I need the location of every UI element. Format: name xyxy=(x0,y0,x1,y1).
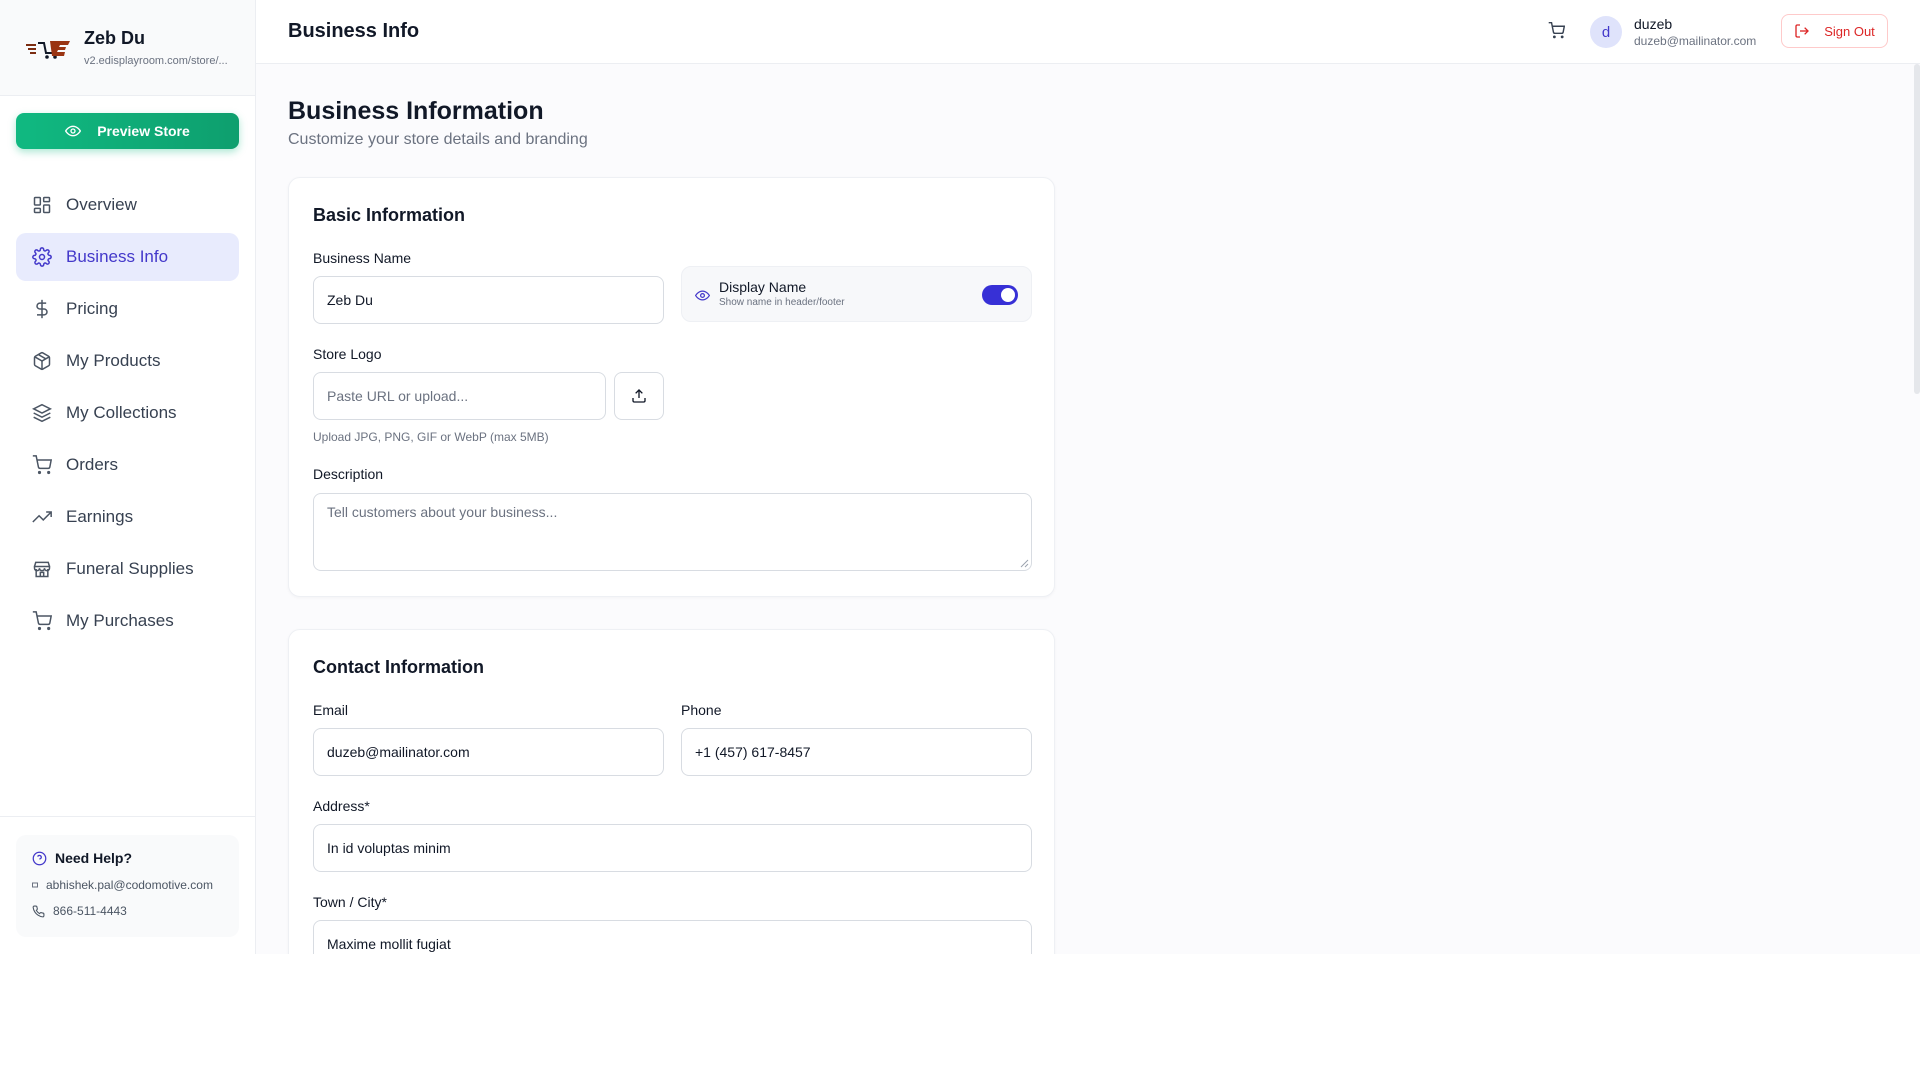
help-phone: 866-511-4443 xyxy=(53,904,127,918)
sidebar-item-label: Business Info xyxy=(66,247,169,266)
display-name-toggle[interactable] xyxy=(982,285,1018,305)
sidebar-item-label: Earnings xyxy=(66,507,134,526)
description-placeholder: Tell customers about your business... xyxy=(327,504,558,520)
cart-button[interactable] xyxy=(1548,22,1565,39)
cart-icon xyxy=(1548,22,1565,39)
store-logo-input[interactable]: Paste URL or upload... xyxy=(313,372,606,420)
address-label: Address* xyxy=(313,798,370,814)
store-icon xyxy=(33,561,51,578)
help-title: Need Help? xyxy=(32,850,223,866)
brand-logo-icon xyxy=(26,40,70,59)
brand-url: v2.edisplayroom.com/store/... xyxy=(84,55,228,67)
cart-icon xyxy=(32,455,52,475)
description-textarea[interactable]: Tell customers about your business... xyxy=(313,493,1032,571)
mail-icon xyxy=(32,882,38,888)
business-name-input[interactable]: Zeb Du xyxy=(313,276,664,324)
preview-store-button[interactable]: Preview Store xyxy=(16,113,239,149)
sidebar-item-label: Pricing xyxy=(66,299,118,318)
display-name-setting: Display Name Show name in header/footer xyxy=(681,266,1032,322)
section-heading: Business Information xyxy=(288,97,544,125)
email-field[interactable]: duzeb@mailinator.com xyxy=(313,728,664,776)
basic-information-card: Basic Information Business Name Zeb Du D… xyxy=(288,177,1055,597)
sidebar-item-label: Funeral Supplies xyxy=(66,559,194,578)
resize-handle-icon[interactable] xyxy=(1020,559,1029,568)
scrollbar[interactable] xyxy=(1912,64,1920,954)
city-label: Town / City* xyxy=(313,894,387,910)
sidebar-item-my-purchases[interactable]: My Purchases xyxy=(16,597,239,645)
sidebar: Zeb Du v2.edisplayroom.com/store/... Pre… xyxy=(0,0,256,954)
gear-icon xyxy=(32,247,52,267)
help-title-text: Need Help? xyxy=(55,850,133,866)
sidebar-item-orders[interactable]: Orders xyxy=(16,441,239,489)
sidebar-item-overview[interactable]: Overview xyxy=(16,181,239,229)
sidebar-item-pricing[interactable]: Pricing xyxy=(16,285,239,333)
package-icon xyxy=(33,351,51,371)
trending-up-icon xyxy=(32,511,52,523)
upload-icon xyxy=(632,389,646,403)
help-phone-link[interactable]: 866-511-4443 xyxy=(32,904,223,918)
logo-upload-hint: Upload JPG, PNG, GIF or WebP (max 5MB) xyxy=(313,430,549,444)
description-label: Description xyxy=(313,466,384,482)
display-name-subtitle: Show name in header/footer xyxy=(719,297,845,308)
page-title: Business Info xyxy=(288,20,420,42)
contact-information-title: Contact Information xyxy=(313,657,484,677)
user-email: duzeb@mailinator.com xyxy=(1634,34,1757,48)
help-email-link[interactable]: abhishek.pal@codomotive.com xyxy=(32,878,223,892)
brand-header: Zeb Du v2.edisplayroom.com/store/... xyxy=(0,0,255,96)
sidebar-item-label: My Products xyxy=(66,351,161,370)
display-name-title: Display Name xyxy=(719,279,807,295)
logout-icon xyxy=(1795,24,1810,38)
preview-store-label: Preview Store xyxy=(97,123,190,139)
eye-icon xyxy=(65,125,82,137)
section-subtitle: Customize your store details and brandin… xyxy=(288,131,588,148)
layers-icon xyxy=(32,403,52,423)
sidebar-item-label: Orders xyxy=(66,455,118,474)
sidebar-item-business-info[interactable]: Business Info xyxy=(16,233,239,281)
grid-icon xyxy=(33,196,51,214)
sidebar-nav: Overview Business Info Pricing My Produc… xyxy=(16,181,239,649)
help-email: abhishek.pal@codomotive.com xyxy=(46,878,213,892)
sidebar-footer: Need Help? abhishek.pal@codomotive.com 8… xyxy=(0,816,256,954)
cart-icon xyxy=(32,611,52,631)
email-label: Email xyxy=(313,702,349,718)
main-content: Business Information Customize your stor… xyxy=(256,64,1920,954)
avatar[interactable]: d xyxy=(1590,16,1622,48)
sidebar-item-label: Overview xyxy=(66,195,137,214)
upload-logo-button[interactable] xyxy=(614,372,664,420)
phone-field[interactable]: +1 (457) 617-8457 xyxy=(681,728,1032,776)
contact-information-card: Contact Information Email duzeb@mailinat… xyxy=(288,629,1055,954)
sidebar-item-label: My Purchases xyxy=(66,611,174,630)
help-box: Need Help? abhishek.pal@codomotive.com 8… xyxy=(16,835,239,937)
sidebar-item-funeral-supplies[interactable]: Funeral Supplies xyxy=(16,545,239,593)
phone-icon xyxy=(32,905,45,917)
city-field[interactable]: Maxime mollit fugiat xyxy=(313,920,1032,954)
scrollbar-thumb[interactable] xyxy=(1914,64,1920,394)
dollar-icon xyxy=(36,299,48,319)
sidebar-item-earnings[interactable]: Earnings xyxy=(16,493,239,541)
user-name: duzeb xyxy=(1634,16,1673,32)
sidebar-item-my-collections[interactable]: My Collections xyxy=(16,389,239,437)
basic-information-title: Basic Information xyxy=(313,205,466,225)
sidebar-item-my-products[interactable]: My Products xyxy=(16,337,239,385)
store-logo-label: Store Logo xyxy=(313,346,382,362)
address-field[interactable]: In id voluptas minim xyxy=(313,824,1032,872)
help-circle-icon xyxy=(32,851,47,865)
top-header: Business Info d duzeb duzeb@mailinator.c… xyxy=(256,0,1920,64)
app-window: Zeb Du v2.edisplayroom.com/store/... Pre… xyxy=(0,0,1920,954)
brand-name: Zeb Du xyxy=(84,28,145,48)
toggle-knob xyxy=(1001,288,1015,302)
eye-icon xyxy=(695,290,710,301)
sign-out-label: Sign Out xyxy=(1824,23,1875,39)
sidebar-item-label: My Collections xyxy=(66,403,177,422)
sign-out-button[interactable]: Sign Out xyxy=(1781,14,1888,48)
phone-label: Phone xyxy=(681,702,722,718)
business-name-label: Business Name xyxy=(313,250,412,266)
